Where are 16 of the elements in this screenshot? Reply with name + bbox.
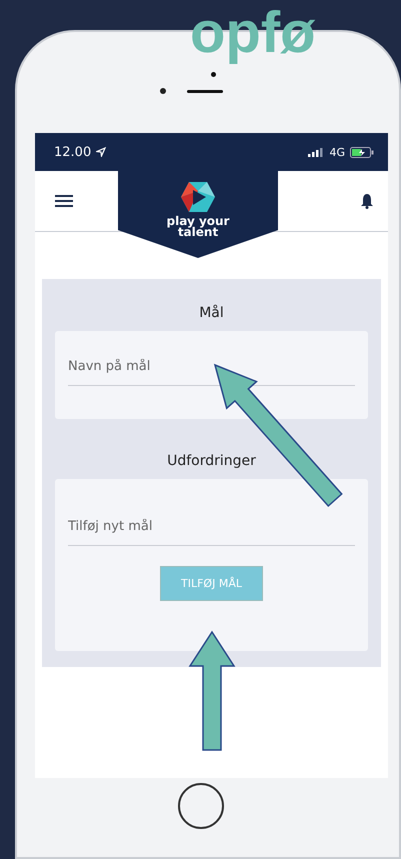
camera-dot <box>211 72 216 77</box>
speaker-slot <box>187 90 223 93</box>
section-title: Mål <box>198 305 225 321</box>
signal-icon <box>308 148 324 156</box>
add-button[interactable]: TILFØJ MÅL <box>160 566 263 601</box>
location-arrow-icon <box>96 147 106 157</box>
battery-icon <box>350 146 374 158</box>
hexagon-logo-icon <box>180 181 216 213</box>
logo-text: play your talent <box>166 216 230 238</box>
bell-icon[interactable] <box>360 193 374 209</box>
sensor-dot <box>160 88 166 94</box>
home-button[interactable] <box>178 783 224 829</box>
network-type: 4G <box>329 146 345 158</box>
section-title: Udfordringer <box>166 453 257 469</box>
menu-icon[interactable] <box>55 195 73 207</box>
status-time: 12.00 <box>54 144 92 160</box>
